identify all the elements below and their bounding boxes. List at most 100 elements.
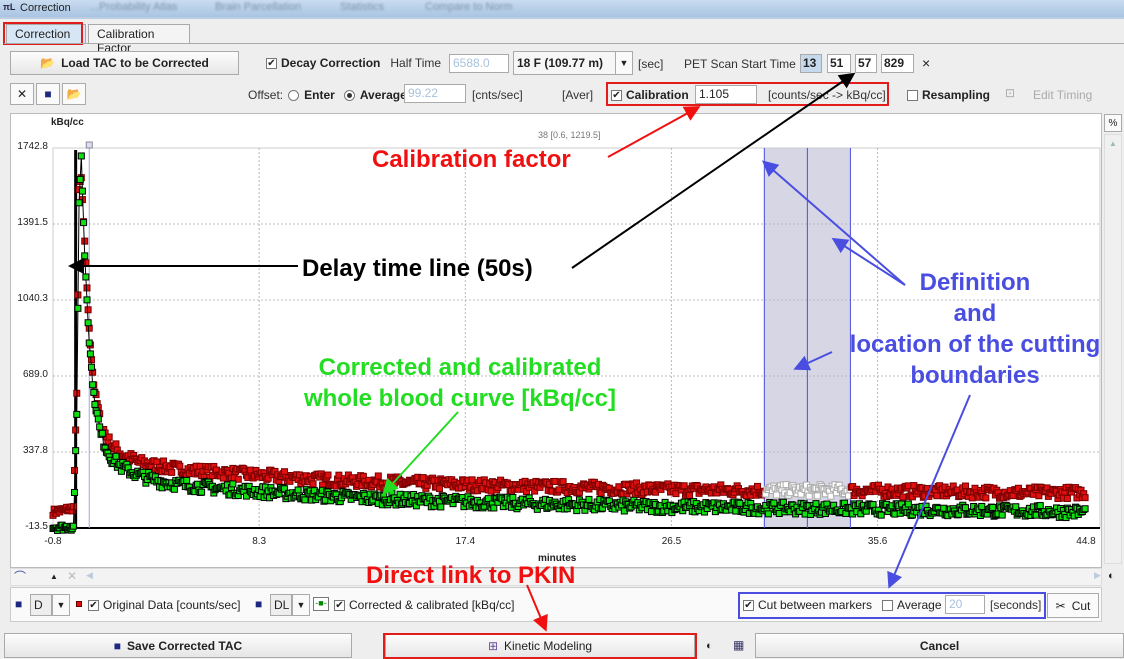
triangle-up-icon[interactable]: ▲ — [50, 572, 58, 581]
original-data-checkbox[interactable]: ✔ — [88, 599, 99, 611]
corrected-data-point — [94, 415, 102, 423]
cut-between-markers-checkbox[interactable]: ✔ — [743, 599, 754, 611]
original-data-point — [813, 492, 821, 500]
original-data-point — [754, 482, 762, 490]
original-data-point — [69, 503, 77, 511]
chevron-down-icon[interactable]: ▼ — [52, 594, 70, 616]
original-data-point — [374, 472, 382, 480]
corrected-data-point — [69, 522, 77, 530]
corrected-checkbox[interactable]: ✔ — [334, 599, 345, 611]
y-tick-label: 1742.8 — [17, 141, 48, 152]
corrected-data-point — [73, 410, 81, 418]
corrected-data-point — [170, 485, 178, 493]
x-tick-label: 35.6 — [867, 536, 888, 547]
corrected-data-point — [585, 495, 593, 503]
corrected-data-point — [294, 486, 302, 494]
corrected-data-point — [437, 503, 445, 511]
original-data-point — [1081, 494, 1089, 502]
corrected-data-point — [770, 499, 778, 507]
cursor-handle — [85, 141, 93, 149]
kinetic-highlight-box — [383, 633, 697, 659]
original-data-point — [309, 480, 317, 488]
corrected-data-point — [183, 476, 191, 484]
corrected-data-point — [89, 381, 97, 389]
y-tick-label: 689.0 — [22, 369, 48, 380]
corrected-data-point — [877, 511, 885, 519]
corrected-data-point — [83, 296, 91, 304]
orig-style-select[interactable]: D — [30, 594, 52, 616]
original-data-point — [435, 485, 443, 493]
corrected-data-point — [961, 504, 969, 512]
corrected-data-point — [98, 429, 106, 437]
scroll-left-icon[interactable]: ◀ — [86, 570, 93, 581]
corrected-data-point — [229, 480, 237, 488]
corrected-data-point — [84, 319, 92, 327]
button-label: Save Corrected TAC — [127, 638, 243, 653]
save-icon[interactable]: ■ — [15, 597, 22, 611]
original-data-point — [686, 491, 694, 499]
original-data-point — [982, 494, 990, 502]
x-tick-label: -0.8 — [44, 536, 62, 547]
cursor-info: 38 [0.6, 1219.5] — [538, 130, 601, 140]
original-data-point — [468, 476, 476, 484]
original-data-point — [71, 466, 79, 474]
camera-icon[interactable]: ◐ — [1108, 570, 1115, 582]
corrected-data-point — [77, 152, 85, 160]
original-data-point — [105, 433, 113, 441]
original-data-point — [559, 478, 567, 486]
corrected-data-point — [1081, 505, 1089, 513]
y-axis-label: kBq/cc — [51, 117, 84, 128]
corrected-data-point — [989, 503, 997, 511]
y-tick-label: 337.8 — [22, 444, 48, 456]
corrected-data-point — [72, 447, 80, 455]
corrected-data-point — [112, 452, 120, 460]
save-corrected-tac-button[interactable]: ■ Save Corrected TAC — [4, 633, 352, 658]
camera-icon[interactable]: ◐ — [706, 640, 713, 652]
button-label: Cancel — [919, 638, 960, 653]
calculator-icon[interactable]: ▦ — [733, 638, 744, 652]
curve-style-icon[interactable]: ⌒ — [14, 568, 26, 585]
cancel-button[interactable]: Cancel — [755, 633, 1124, 658]
corrected-data-point — [85, 339, 93, 347]
original-data-point — [82, 259, 90, 267]
annotation-corrected: Corrected and calibrated whole blood cur… — [270, 352, 650, 414]
corrected-data-point — [93, 409, 101, 417]
corrected-data-point — [86, 350, 94, 358]
y-tick-label: 1391.5 — [17, 217, 48, 228]
corrected-data-point — [812, 500, 820, 508]
corrected-data-point — [91, 400, 99, 408]
scissors-icon: ✂ — [1055, 598, 1066, 613]
corrected-label: Corrected & calibrated [kBq/cc] — [349, 598, 515, 612]
corrected-data-point — [301, 496, 309, 504]
original-data-point — [680, 482, 688, 490]
corr-style-select[interactable]: DL — [270, 594, 292, 616]
scroll-right-icon[interactable]: ▶ — [1094, 570, 1101, 581]
chevron-down-icon[interactable]: ▼ — [292, 594, 310, 616]
corrected-data-point — [71, 488, 79, 496]
annotation-cutting: Definition and location of the cutting b… — [830, 267, 1120, 391]
original-data-point — [324, 471, 332, 479]
original-data-point — [281, 468, 289, 476]
average-seconds-input[interactable]: 20 — [945, 595, 985, 614]
corrected-data-point — [978, 502, 986, 510]
original-data-label: Original Data [counts/sec] — [103, 598, 241, 612]
save-icon[interactable]: ■ — [255, 597, 262, 611]
original-data-point — [168, 468, 176, 476]
corrected-data-point — [90, 388, 98, 396]
cut-button[interactable]: ✂ Cut — [1047, 593, 1099, 618]
green-line-marker-icon: -■- — [313, 597, 329, 611]
close-icon[interactable]: ✕ — [67, 569, 77, 583]
corrected-data-point — [764, 510, 772, 518]
annotation-pkin: Direct link to PKIN — [366, 562, 576, 589]
original-data-point — [112, 440, 120, 448]
average-checkbox[interactable] — [882, 599, 894, 611]
annotation-line: location of the cutting — [849, 331, 1101, 358]
original-data-point — [84, 306, 92, 314]
corrected-data-point — [904, 500, 912, 508]
corrected-data-point — [76, 175, 84, 183]
annotation-delay: Delay time line (50s) — [302, 255, 533, 282]
corrected-data-point — [81, 252, 89, 260]
annotation-line: whole blood curve [kBq/cc] — [303, 385, 617, 412]
original-data-point — [1063, 494, 1071, 502]
annotation-line: Corrected and calibrated — [318, 354, 602, 381]
